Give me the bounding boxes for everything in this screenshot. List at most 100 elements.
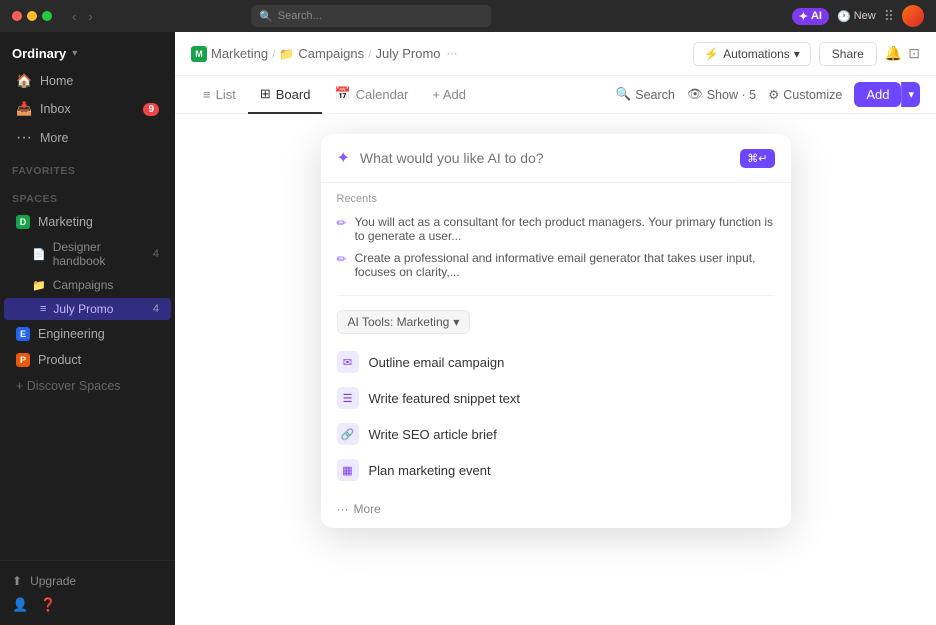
workspace-header[interactable]: Ordinary ▾ <box>0 40 175 67</box>
sidebar-item-campaigns[interactable]: 📁 Campaigns <box>4 274 171 296</box>
featured-snippet-label: Write featured snippet text <box>369 391 521 406</box>
list-icon: ≡ <box>40 303 46 315</box>
view-tabs-right: 🔍 Search 👁 Show · 5 ⚙ Customize Add ▾ <box>616 82 920 107</box>
sidebar: Ordinary ▾ 🏠 Home 📥 Inbox 9 ··· More Fav… <box>0 32 175 625</box>
calendar-tab-label: Calendar <box>356 87 409 102</box>
user-icon[interactable]: 👤 <box>12 597 28 613</box>
close-dot[interactable] <box>12 11 22 21</box>
ai-action-featured-snippet[interactable]: ☰ Write featured snippet text <box>337 380 775 416</box>
sidebar-item-more[interactable]: ··· More <box>4 124 171 152</box>
ai-recent-item-1[interactable]: ✏ You will act as a consultant for tech … <box>337 211 775 247</box>
ai-more-row[interactable]: ··· More <box>321 496 791 528</box>
tab-list[interactable]: ≡ List <box>191 77 248 114</box>
july-promo-label: July Promo <box>53 302 113 316</box>
bell-icon[interactable]: 🔔 <box>885 45 902 62</box>
show-control[interactable]: 👁 Show · 5 <box>687 87 756 102</box>
engineering-color-dot: E <box>16 327 30 341</box>
outline-email-label: Outline email campaign <box>369 355 505 370</box>
ai-recent-item-2[interactable]: ✏ Create a professional and informative … <box>337 247 775 283</box>
global-search[interactable]: 🔍 Search... <box>251 5 491 27</box>
ai-input[interactable] <box>360 150 730 166</box>
sidebar-footer: ⬆ Upgrade 👤 ❓ <box>0 560 175 617</box>
customize-control[interactable]: ⚙ Customize <box>768 87 842 102</box>
tab-board[interactable]: ⊞ Board <box>248 76 323 114</box>
sidebar-item-inbox[interactable]: 📥 Inbox 9 <box>4 96 171 122</box>
workspace-name: Ordinary <box>12 46 66 61</box>
add-tab-label: + Add <box>432 87 466 102</box>
ai-tools-filter[interactable]: AI Tools: Marketing ▾ <box>337 310 471 334</box>
back-button[interactable]: ‹ <box>68 7 80 26</box>
discover-spaces-item[interactable]: + Discover Spaces <box>4 374 171 398</box>
topbar-right: ⚡ Automations ▾ Share 🔔 ⊡ <box>693 42 920 66</box>
ai-badge[interactable]: ✦ AI <box>792 8 829 25</box>
titlebar-right: ✦ AI 🕐 New ⠿ <box>792 5 924 27</box>
main-layout: Ordinary ▾ 🏠 Home 📥 Inbox 9 ··· More Fav… <box>0 32 936 625</box>
maximize-dot[interactable] <box>42 11 52 21</box>
sidebar-item-product[interactable]: P Product <box>4 348 171 372</box>
breadcrumb-campaigns[interactable]: 📁 Campaigns <box>279 46 364 61</box>
upgrade-item[interactable]: ⬆ Upgrade <box>0 569 175 593</box>
spaces-label: Spaces <box>0 181 175 209</box>
ai-action-seo-article[interactable]: 🔗 Write SEO article brief <box>337 416 775 452</box>
ai-recents: Recents ✏ You will act as a consultant f… <box>321 183 791 287</box>
automations-button[interactable]: ⚡ Automations ▾ <box>693 42 811 66</box>
campaigns-label: Campaigns <box>53 278 114 292</box>
new-button[interactable]: 🕐 New <box>837 10 876 23</box>
minimize-dot[interactable] <box>27 11 37 21</box>
sidebar-item-designer-handbook[interactable]: 📄 Designer handbook 4 <box>4 236 171 272</box>
recents-label: Recents <box>337 193 775 205</box>
ai-label: AI <box>811 10 822 22</box>
notification-icons: 🔔 ⊡ <box>885 45 920 62</box>
sidebar-item-more-label: More <box>40 131 68 145</box>
automations-chevron-icon: ▾ <box>794 47 800 61</box>
tab-add[interactable]: + Add <box>420 77 478 114</box>
ai-actions: ✉ Outline email campaign ☰ Write feature… <box>321 340 791 496</box>
email-icon: ✉ <box>337 351 359 373</box>
layout-icon[interactable]: ⊡ <box>908 45 920 62</box>
ai-shortcut-text: ⌘↵ <box>747 152 767 165</box>
user-avatar[interactable] <box>902 5 924 27</box>
window-controls <box>12 11 52 21</box>
favorites-label: Favorites <box>0 153 175 181</box>
more-icon: ··· <box>16 129 32 147</box>
sidebar-item-marketing[interactable]: D Marketing <box>4 210 171 234</box>
product-color-dot: P <box>16 353 30 367</box>
calendar-tab-icon: 📅 <box>334 86 350 102</box>
board-tab-label: Board <box>276 87 311 102</box>
add-button[interactable]: Add <box>854 82 901 107</box>
sidebar-item-home[interactable]: 🏠 Home <box>4 68 171 94</box>
ai-tools-label: AI Tools: Marketing <box>348 315 450 329</box>
breadcrumb-more-icon[interactable]: ··· <box>447 48 458 60</box>
search-control-icon: 🔍 <box>616 87 632 102</box>
folder-icon: 📁 <box>32 279 46 292</box>
sidebar-item-home-label: Home <box>40 74 73 88</box>
recent-text-1: You will act as a consultant for tech pr… <box>355 215 775 243</box>
breadcrumb-july-promo[interactable]: July Promo <box>375 46 440 61</box>
ai-action-outline-email[interactable]: ✉ Outline email campaign <box>337 344 775 380</box>
ai-action-plan-event[interactable]: ▦ Plan marketing event <box>337 452 775 488</box>
forward-button[interactable]: › <box>84 7 96 26</box>
grid-icon[interactable]: ⠿ <box>884 8 894 25</box>
sidebar-footer-icons: 👤 ❓ <box>0 593 175 617</box>
share-button[interactable]: Share <box>819 42 877 66</box>
marketing-label: Marketing <box>38 215 93 229</box>
recent-text-2: Create a professional and informative em… <box>355 251 775 279</box>
help-icon[interactable]: ❓ <box>40 597 56 613</box>
automations-label: Automations <box>723 47 790 61</box>
add-dropdown-button[interactable]: ▾ <box>901 82 920 107</box>
ai-tools-chevron-icon: ▾ <box>453 315 459 329</box>
sidebar-item-engineering[interactable]: E Engineering <box>4 322 171 346</box>
folder-breadcrumb-icon: 📁 <box>279 47 294 61</box>
tab-calendar[interactable]: 📅 Calendar <box>322 76 420 114</box>
breadcrumb-sep-1: / <box>272 47 275 61</box>
nav-arrows: ‹ › <box>68 7 97 26</box>
breadcrumb-marketing[interactable]: M Marketing <box>191 46 268 62</box>
ai-sparkle-icon: ✦ <box>337 148 350 168</box>
show-icon: 👁 <box>687 87 703 102</box>
search-placeholder: Search... <box>278 10 322 22</box>
search-control[interactable]: 🔍 Search <box>616 87 675 102</box>
product-label: Product <box>38 353 81 367</box>
designer-handbook-count: 4 <box>153 248 159 260</box>
sidebar-item-july-promo[interactable]: ≡ July Promo 4 <box>4 298 171 320</box>
more-label: More <box>354 502 381 516</box>
